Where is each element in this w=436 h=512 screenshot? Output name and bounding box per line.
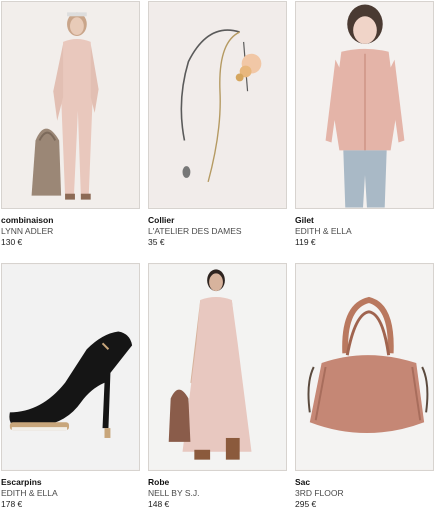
product-brand: EDITH & ELLA (295, 226, 352, 236)
product-brand: EDITH & ELLA (1, 488, 58, 498)
product-grid: combinaison LYNN ADLER 130 € Collier L'A… (0, 0, 436, 512)
product-brand: L'ATELIER DES DAMES (148, 226, 242, 236)
cardigan-photo[interactable] (295, 1, 434, 209)
product-price: 295 € (295, 499, 317, 509)
product-caption: Collier L'ATELIER DES DAMES 35 € (148, 215, 287, 248)
product-caption: Escarpins EDITH & ELLA 178 € (1, 477, 140, 510)
product-title[interactable]: Collier (148, 215, 287, 226)
product-price: 35 € (148, 237, 165, 247)
product-price: 119 € (295, 237, 316, 247)
product-caption: Gilet EDITH & ELLA 119 € (295, 215, 434, 248)
product-caption: Robe NELL BY S.J. 148 € (148, 477, 287, 510)
product-title[interactable]: Gilet (295, 215, 434, 226)
product-brand: LYNN ADLER (1, 226, 54, 236)
product-caption: combinaison LYNN ADLER 130 € (1, 215, 140, 248)
handbag-photo[interactable] (295, 263, 434, 471)
jumpsuit-photo[interactable] (1, 1, 140, 209)
product-brand: NELL BY S.J. (148, 488, 200, 498)
product-price: 178 € (1, 499, 23, 509)
product-title[interactable]: Robe (148, 477, 287, 488)
product-caption: Sac 3RD FLOOR 295 € (295, 477, 434, 510)
necklace-photo[interactable] (148, 1, 287, 209)
product-brand: 3RD FLOOR (295, 488, 344, 498)
product-title[interactable]: Sac (295, 477, 434, 488)
product-price: 130 € (1, 237, 23, 247)
product-price: 148 € (148, 499, 170, 509)
product-title[interactable]: combinaison (1, 215, 140, 226)
pumps-photo[interactable] (1, 263, 140, 471)
dress-photo[interactable] (148, 263, 287, 471)
product-title[interactable]: Escarpins (1, 477, 140, 488)
